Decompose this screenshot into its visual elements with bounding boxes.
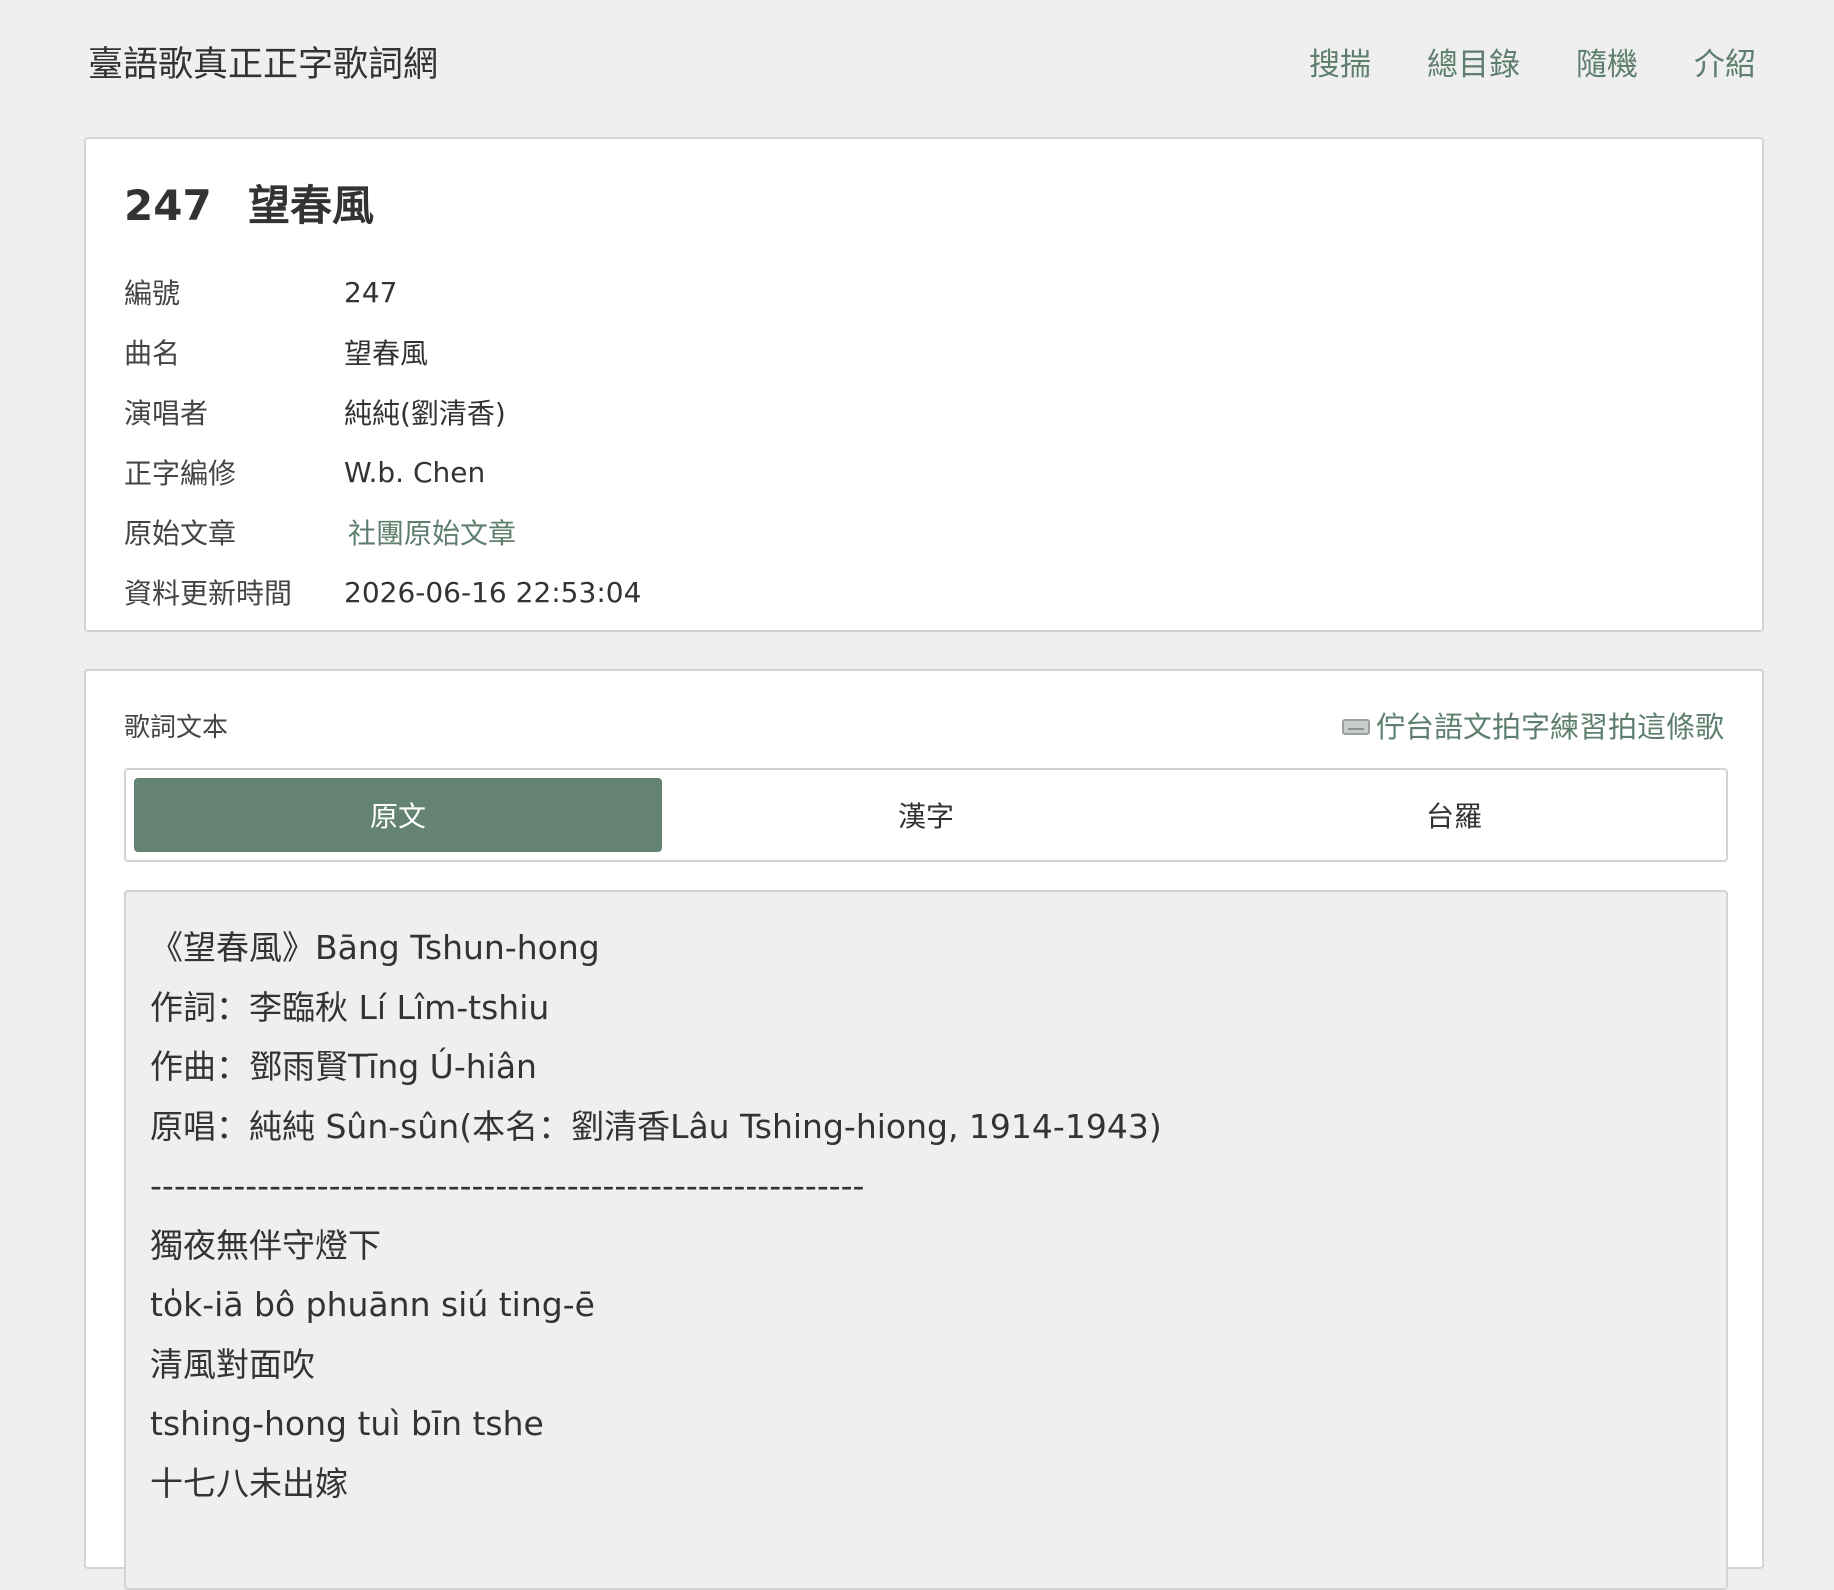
meta-row-updated: 資料更新時間 2026-06-16 22:53:04: [124, 562, 641, 622]
meta-key: 曲名: [124, 337, 181, 370]
lyric-line: 十七八未出嫁: [150, 1463, 348, 1503]
meta-row-editor: 正字編修 W.b. Chen: [124, 442, 641, 502]
lyric-line: 《望春風》Bāng Tshun-hong: [150, 928, 600, 967]
song-title: 望春風: [248, 181, 375, 230]
meta-row-source: 原始文章 社團原始文章: [124, 502, 641, 562]
keyboard-icon: [1341, 719, 1370, 735]
lyrics-text-box: 《望春風》Bāng Tshun-hong 作詞：李臨秋 Lí Lîm-tshiu…: [124, 890, 1728, 1590]
meta-row-title: 曲名 望春風: [124, 322, 641, 382]
meta-value: 2026-06-16 22:53:04: [344, 575, 642, 609]
tab-hanji[interactable]: 漢字: [662, 778, 1190, 852]
main-nav: 搜揣 總目錄 隨機 介紹: [1309, 44, 1756, 86]
meta-row-singer: 演唱者 純純(劉清香): [124, 382, 641, 442]
lyric-line: 作詞：李臨秋 Lí Lîm-tshiu: [150, 987, 550, 1027]
meta-row-number: 編號 247: [124, 262, 641, 322]
meta-value: 純純(劉清香): [344, 397, 506, 430]
site-title[interactable]: 臺語歌真正正字歌詞網: [88, 44, 438, 86]
nav-random[interactable]: 隨機: [1576, 44, 1638, 86]
meta-key: 正字編修: [124, 457, 237, 490]
lyric-line: tshing-hong tuì bīn tshe: [150, 1404, 544, 1443]
typing-practice-label: 佇台語文拍字練習拍這條歌: [1375, 710, 1724, 744]
meta-key: 編號: [124, 277, 181, 310]
lyric-line: 原唱：純純 Sûn-sûn(本名：劉清香Lâu Tshing-hiong, 19…: [150, 1106, 1162, 1146]
original-post-link[interactable]: 社團原始文章: [344, 512, 516, 552]
lyrics-section-label: 歌詞文本: [124, 713, 229, 743]
lyrics-card: 歌詞文本 佇台語文拍字練習拍這條歌 原文 漢字 台羅 《望春風》Bāng Tsh…: [84, 669, 1764, 1590]
typing-practice-link[interactable]: 佇台語文拍字練習拍這條歌: [1341, 707, 1724, 747]
song-meta-table: 編號 247 曲名 望春風 演唱者 純純(劉清香) 正字編修 W.b. Chen…: [124, 262, 641, 622]
meta-value: 望春風: [344, 337, 429, 370]
lyric-line: 清風對面吹: [150, 1344, 315, 1384]
meta-key: 資料更新時間: [124, 577, 293, 610]
nav-index[interactable]: 總目錄: [1427, 44, 1520, 86]
song-info-card: 247 望春風 編號 247 曲名 望春風 演唱者 純純(劉清香) 正字編修 W.…: [84, 137, 1764, 632]
nav-search[interactable]: 搜揣: [1309, 44, 1371, 86]
meta-value: 247: [344, 275, 398, 309]
lyric-line: 獨夜無伴守燈下: [150, 1225, 381, 1265]
lyric-line: to̍k-iā bô phuānn siú ting-ē: [150, 1285, 595, 1324]
lyric-divider: ----------------------------------------…: [150, 1166, 865, 1205]
meta-key: 演唱者: [124, 397, 209, 430]
nav-about[interactable]: 介紹: [1694, 44, 1756, 86]
song-heading: 247 望春風: [124, 179, 374, 233]
top-bar: 臺語歌真正正字歌詞網 搜揣 總目錄 隨機 介紹: [0, 0, 1834, 130]
lyric-line: 作曲：鄧雨賢Tīng Ú-hiân: [150, 1047, 537, 1086]
meta-value: W.b. Chen: [344, 455, 486, 489]
meta-key: 原始文章: [124, 517, 237, 550]
tab-tailo[interactable]: 台羅: [1190, 778, 1718, 852]
tab-original[interactable]: 原文: [134, 778, 662, 852]
song-number: 247: [124, 181, 212, 230]
lyrics-tabs: 原文 漢字 台羅: [124, 768, 1728, 862]
